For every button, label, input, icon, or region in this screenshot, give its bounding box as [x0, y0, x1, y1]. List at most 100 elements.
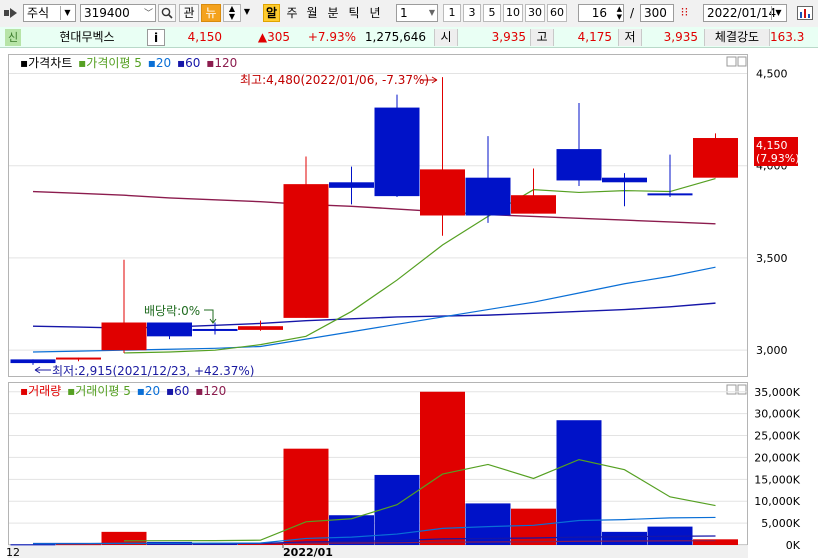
price-pane-maximize-button[interactable]	[726, 56, 737, 67]
volume-legend-ma120: ▪	[195, 384, 203, 398]
dock-icon[interactable]	[4, 7, 18, 19]
candle-body	[374, 107, 420, 197]
favorite-button[interactable]: 관	[179, 4, 199, 22]
candle-body	[693, 138, 738, 178]
candle-body	[192, 328, 238, 331]
interval-select[interactable]: 1 ▼	[396, 4, 438, 22]
search-button[interactable]	[158, 4, 176, 22]
search-icon	[161, 7, 173, 19]
candle-body	[283, 184, 329, 318]
volume-pane-maximize-button[interactable]	[726, 384, 737, 395]
candle-body	[101, 322, 147, 351]
spin-icon: ▲ ▼	[616, 5, 622, 21]
open-price: 3,935	[491, 30, 526, 44]
low-label: 저	[618, 29, 642, 46]
market-select-value: 주식	[27, 6, 50, 20]
stock-info-button[interactable]: i	[147, 29, 165, 46]
volume: 1,275,646	[364, 30, 426, 44]
volume-legend-ma20: ▪	[137, 384, 145, 398]
display-count-value: 16	[591, 6, 607, 20]
period-week[interactable]: 주	[284, 4, 300, 22]
quick-interval-10[interactable]: 10	[503, 4, 523, 22]
quick-interval-30[interactable]: 30	[525, 4, 545, 22]
strength-label: 체결강도	[704, 29, 770, 46]
volume-legend-ma5-label: 거래이평 5	[75, 384, 131, 398]
price-pane-close-button[interactable]	[737, 56, 747, 67]
chevron-down-icon: ﹀	[143, 9, 153, 19]
period-minute[interactable]: 분	[325, 4, 341, 22]
chart-tool-icon[interactable]	[797, 6, 813, 23]
open-label: 시	[434, 29, 458, 46]
prev-next-button[interactable]: ▲ ▼	[223, 4, 241, 22]
current-price-box-pct: (7.93%)	[756, 152, 800, 165]
quick-interval-5[interactable]: 5	[483, 4, 501, 22]
quick-interval-3[interactable]: 3	[463, 4, 481, 22]
price-legend-ma120: ▪	[206, 56, 214, 70]
volume-y-tick-label: 10,000K	[754, 495, 800, 508]
volume-pane-close-button[interactable]	[737, 384, 747, 395]
candle-body	[238, 326, 283, 330]
price-legend-ma60-label: 60	[185, 56, 200, 70]
volume-legend-ma60-label: 60	[174, 384, 189, 398]
price-legend-ma5: ▪	[78, 56, 86, 70]
chevron-down-icon: ▼	[771, 6, 785, 20]
stepper-dropdown[interactable]: ▼	[242, 4, 252, 22]
grid-settings-button[interactable]: ⁝⁝	[676, 4, 693, 22]
volume-bar	[602, 531, 647, 545]
stock-code-input[interactable]: 319400 ﹀	[80, 4, 156, 22]
news-button[interactable]: 뉴	[201, 4, 221, 22]
volume-legend-ma60: ▪	[166, 384, 174, 398]
candle-body	[56, 357, 101, 360]
date-value: 2022/01/14	[707, 6, 777, 20]
quick-interval-1[interactable]: 1	[443, 4, 461, 22]
period-year[interactable]: 년	[367, 4, 383, 22]
candle-body	[329, 182, 374, 188]
volume-bar	[283, 448, 329, 545]
volume-bar	[556, 420, 602, 545]
chevron-down-icon: ▼	[428, 8, 435, 17]
price-legend-ma20: ▪	[148, 56, 156, 70]
stock-chart: 3,0003,5004,0004,5000K5,000K10,000K15,00…	[0, 48, 818, 558]
period-tick[interactable]: 틱	[346, 4, 362, 22]
volume-bar	[511, 508, 556, 545]
x-tick-label: 12	[6, 546, 20, 558]
current-price-box-value: 4,150	[756, 139, 788, 152]
volume-y-tick-label: 35,000K	[754, 386, 800, 399]
candle-body	[465, 177, 511, 216]
candle-body	[556, 149, 602, 181]
volume-y-tick-label: 20,000K	[754, 451, 800, 464]
period-month[interactable]: 월	[304, 4, 320, 22]
x-axis-bar	[8, 545, 748, 558]
count-separator: /	[629, 6, 635, 20]
alarm-button[interactable]: 알	[263, 4, 280, 22]
market-select[interactable]: 주식 ▼	[23, 4, 76, 22]
toolbar: 주식 ▼ 319400 ﹀ 관 뉴 ▲ ▼ ▼ 알 주 월 분 틱 년 1 ▼ 1…	[0, 0, 818, 28]
price-legend-ma120-label: 120	[214, 56, 237, 70]
volume-legend-main: 거래량	[28, 384, 61, 398]
total-count-input[interactable]: 300	[640, 4, 674, 22]
date-select[interactable]: 2022/01/14 ▼	[703, 4, 787, 22]
change-percent: +7.93%	[307, 30, 356, 44]
interval-value: 1	[400, 6, 408, 20]
candle-body	[147, 322, 192, 337]
price-legend-bullet: ▪	[20, 56, 28, 70]
high-label: 고	[530, 29, 554, 46]
price-y-tick-label: 3,500	[756, 252, 788, 265]
volume-legend: ▪거래량 ▪거래이평 5 ▪20 ▪60 ▪120	[20, 384, 226, 398]
candle-body	[511, 195, 556, 214]
total-count-value: 300	[644, 6, 667, 20]
quick-interval-60[interactable]: 60	[547, 4, 567, 22]
volume-legend-ma5: ▪	[67, 384, 75, 398]
volume-bar	[420, 391, 465, 545]
display-count-input[interactable]: 16 ▲ ▼	[578, 4, 624, 22]
x-tick-label: 2022/01	[283, 546, 333, 558]
current-price: 4,150	[187, 30, 222, 44]
candle-body	[647, 193, 693, 196]
stock-code-value: 319400	[84, 6, 130, 20]
low-annotation: 최저:2,915(2021/12/23, +42.37%)	[52, 364, 254, 378]
high-price: 4,175	[577, 30, 612, 44]
low-price: 3,935	[663, 30, 698, 44]
price-legend-ma60: ▪	[177, 56, 185, 70]
stock-name: 현대무벡스	[59, 30, 115, 44]
chevron-down-icon: ▼	[60, 6, 74, 20]
